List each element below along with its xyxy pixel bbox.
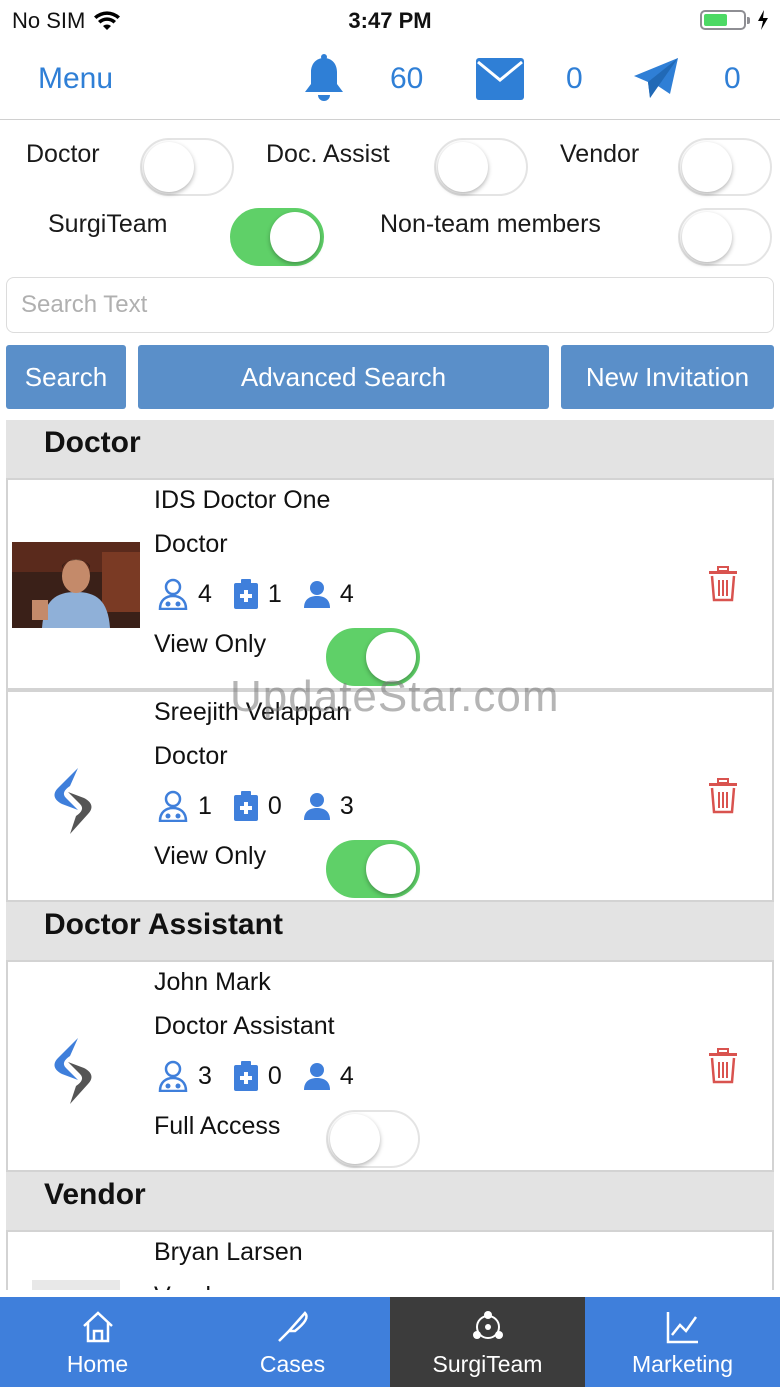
access-label: View Only <box>154 842 267 870</box>
member-name: Sreejith Velappan <box>154 698 350 726</box>
notifications-button[interactable] <box>300 54 348 106</box>
member-card[interactable]: IDS Doctor One Doctor 4 1 4 View Only <box>6 478 774 690</box>
access-toggle[interactable] <box>326 1110 420 1168</box>
doctor-filter-toggle[interactable] <box>140 138 234 196</box>
member-stats: 4 1 4 <box>158 578 376 610</box>
doc-assist-filter-toggle[interactable] <box>434 138 528 196</box>
member-card[interactable]: Sreejith Velappan Doctor 1 0 3 View Only <box>6 690 774 902</box>
access-label: View Only <box>154 630 267 658</box>
notification-count: 60 <box>390 62 424 95</box>
doctor-icon <box>158 790 188 822</box>
tab-label: SurgiTeam <box>432 1351 543 1377</box>
battery-icon <box>700 10 750 30</box>
team-icon <box>472 1311 503 1339</box>
surgiteam-filter-toggle[interactable] <box>230 208 324 266</box>
status-bar: No SIM 3:47 PM <box>0 0 780 40</box>
search-input[interactable] <box>6 277 774 333</box>
case-count: 1 <box>267 579 282 608</box>
member-name: John Mark <box>154 968 271 996</box>
logo-placeholder-icon <box>54 1038 92 1104</box>
home-icon <box>82 1311 113 1343</box>
doctor-count: 4 <box>198 579 212 608</box>
section-header-vendor: Vendor <box>6 1172 774 1230</box>
tab-label: Home <box>66 1351 129 1377</box>
vendor-filter-label: Vendor <box>560 140 640 168</box>
member-list: Doctor IDS Doctor One Doctor 4 1 4 View … <box>0 420 780 1290</box>
member-role: Doctor <box>154 530 228 558</box>
tab-marketing[interactable]: Marketing <box>585 1297 780 1387</box>
case-count: 0 <box>267 791 282 820</box>
member-count: 3 <box>339 791 354 820</box>
chart-icon <box>666 1312 698 1344</box>
doc-assist-filter-label: Doc. Assist <box>266 140 390 168</box>
tab-surgiteam[interactable]: SurgiTeam <box>390 1297 585 1387</box>
member-role: Doctor Assistant <box>154 1012 335 1040</box>
non-team-filter-toggle[interactable] <box>678 208 772 266</box>
doctor-icon <box>158 578 188 610</box>
section-header-doctor: Doctor <box>6 420 774 478</box>
non-team-filter-label: Non-team members <box>380 210 601 238</box>
new-invitation-button[interactable]: New Invitation <box>561 345 774 409</box>
member-count: 4 <box>339 1061 354 1090</box>
doctor-count: 1 <box>198 791 212 820</box>
access-label: Full Access <box>154 1112 281 1140</box>
doctor-icon <box>158 1060 188 1092</box>
access-toggle[interactable] <box>326 628 420 686</box>
user-icon <box>303 793 330 820</box>
member-role: Vendor <box>154 1282 233 1290</box>
clipboard-medical-icon <box>233 579 258 609</box>
user-icon <box>303 581 330 608</box>
tab-home[interactable]: Home <box>0 1297 195 1387</box>
charging-icon <box>758 10 768 30</box>
tab-label: Marketing <box>632 1351 733 1377</box>
scalpel-icon <box>277 1311 308 1342</box>
bottom-tab-bar: Home Cases SurgiTeam Marketing <box>0 1297 780 1387</box>
doctor-count: 3 <box>198 1061 212 1090</box>
user-icon <box>303 1063 330 1090</box>
message-count: 0 <box>566 62 583 95</box>
messages-button[interactable] <box>476 56 524 102</box>
envelope-icon <box>476 58 524 100</box>
clipboard-medical-icon <box>233 791 258 821</box>
tab-cases[interactable]: Cases <box>195 1297 390 1387</box>
top-nav: Menu 60 0 0 <box>0 42 780 120</box>
member-card[interactable]: Bryan Larsen Vendor <box>6 1230 774 1290</box>
member-name: Bryan Larsen <box>154 1238 303 1266</box>
sent-button[interactable] <box>632 56 680 102</box>
search-button[interactable]: Search <box>6 345 126 409</box>
clock: 3:47 PM <box>348 8 432 33</box>
member-count: 4 <box>339 579 354 608</box>
member-role: Doctor <box>154 742 228 770</box>
trash-icon[interactable] <box>708 566 738 602</box>
battery-status <box>700 9 770 31</box>
member-stats: 3 0 4 <box>158 1060 376 1092</box>
tab-label: Cases <box>259 1351 326 1377</box>
bell-icon <box>305 54 343 101</box>
surgiteam-filter-label: SurgiTeam <box>48 210 168 238</box>
advanced-search-button[interactable]: Advanced Search <box>138 345 549 409</box>
vendor-filter-toggle[interactable] <box>678 138 772 196</box>
member-card[interactable]: John Mark Doctor Assistant 3 0 4 Full Ac… <box>6 960 774 1172</box>
trash-icon[interactable] <box>708 778 738 814</box>
doctor-filter-label: Doctor <box>26 140 100 168</box>
menu-button[interactable]: Menu <box>38 62 113 96</box>
avatar <box>32 1280 120 1290</box>
trash-icon[interactable] <box>708 1048 738 1084</box>
sent-count: 0 <box>724 62 741 95</box>
paper-plane-icon <box>634 58 678 98</box>
section-header-doctor-assistant: Doctor Assistant <box>6 902 774 960</box>
clipboard-medical-icon <box>233 1061 258 1091</box>
member-name: IDS Doctor One <box>154 486 331 514</box>
member-stats: 1 0 3 <box>158 790 376 822</box>
logo-placeholder-icon <box>54 768 92 834</box>
access-toggle[interactable] <box>326 840 420 898</box>
case-count: 0 <box>267 1061 282 1090</box>
avatar <box>12 542 140 628</box>
